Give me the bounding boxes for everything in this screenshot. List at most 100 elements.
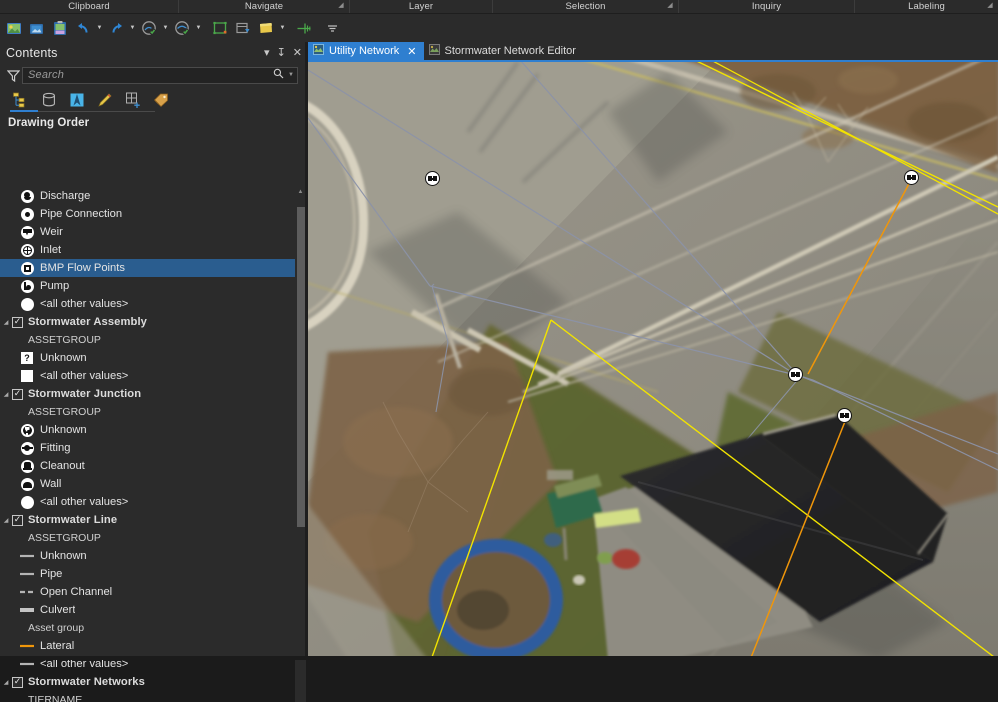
list-by-labeling-tab[interactable] [150, 89, 172, 111]
expand-collapse-icon[interactable]: ◢ [0, 517, 12, 524]
ribbon-group-navigate[interactable]: Navigate ◢ [179, 0, 350, 13]
layer-visibility-checkbox[interactable]: ✓ [12, 676, 23, 688]
list-by-drawing-order-tab[interactable] [10, 89, 32, 111]
layer-tree-item-stormwater-line[interactable]: ◢ ✓ Stormwater Line [0, 511, 306, 529]
bmp-flow-point-marker[interactable] [904, 170, 919, 185]
symbol-class-item[interactable]: Open Channel [0, 583, 306, 601]
symbol-class-item[interactable]: Unknown [0, 547, 306, 565]
dialog-launcher-icon[interactable]: ◢ [986, 2, 994, 10]
layer-tree-item-stormwater-assembly[interactable]: ◢ ✓ Stormwater Assembly [0, 313, 306, 331]
pin-icon[interactable]: ↧ [277, 47, 286, 59]
symbol-class-label: Unknown [40, 550, 87, 562]
paste-icon[interactable] [3, 16, 25, 40]
ribbon-group-inquiry[interactable]: Inquiry [679, 0, 855, 13]
symbol-class-item[interactable]: Unknown [0, 421, 306, 439]
symbol-class-item[interactable]: Weir [0, 223, 306, 241]
symbol-class-item[interactable]: Pump [0, 277, 306, 295]
symbol-class-item[interactable]: Pipe Connection [0, 205, 306, 223]
search-input[interactable]: Search ▼ [22, 66, 298, 84]
dialog-launcher-icon[interactable]: ◢ [337, 2, 345, 10]
symbol-class-item[interactable]: Lateral [0, 637, 306, 655]
copy-icon[interactable] [26, 16, 48, 40]
expand-collapse-icon[interactable]: ◢ [0, 679, 12, 686]
tab-stormwater-network-editor[interactable]: Stormwater Network Editor [424, 42, 583, 60]
select-by-location-icon[interactable] [255, 16, 277, 40]
ribbon-group-label: Inquiry [751, 1, 782, 12]
bmp-flow-point-marker[interactable] [837, 408, 852, 423]
square-symbol [21, 370, 33, 382]
list-by-data-source-tab[interactable] [38, 89, 60, 111]
renderer-field-heading[interactable]: TIERNAME [0, 691, 306, 702]
symbol-class-item[interactable]: Discharge [0, 187, 306, 205]
discharge-symbol-icon [18, 189, 36, 203]
renderer-field-heading[interactable]: Asset group [0, 619, 306, 637]
bmp-flow-point-marker[interactable] [425, 171, 440, 186]
list-by-snapping-tab[interactable] [122, 89, 144, 111]
ribbon-group-selection[interactable]: Selection ◢ [493, 0, 679, 13]
symbol-class-item[interactable]: Fitting [0, 439, 306, 457]
list-by-editing-tab[interactable] [94, 89, 116, 111]
select-rectangle-icon[interactable] [209, 16, 231, 40]
symbol-class-item[interactable]: Inlet [0, 241, 306, 259]
layer-tree-item-stormwater-junction[interactable]: ◢ ✓ Stormwater Junction [0, 385, 306, 403]
square-symbol: ? [21, 352, 33, 364]
symbol-class-item[interactable]: Pipe [0, 565, 306, 583]
bookmarks-icon[interactable] [171, 16, 193, 40]
bookmarks-dropdown-icon[interactable]: ▼ [194, 16, 203, 40]
layer-tree[interactable]: Discharge Pipe Connection Weir Inlet BMP Flo… [0, 187, 306, 702]
select-by-attributes-icon[interactable] [232, 16, 254, 40]
search-options-dropdown-icon[interactable]: ▼ [288, 72, 294, 78]
tab-utility-network[interactable]: Utility Network ✕ [308, 42, 424, 60]
renderer-field-heading[interactable]: ASSETGROUP [0, 529, 306, 547]
explore-dropdown-icon[interactable]: ▼ [161, 16, 170, 40]
redo-dropdown-icon[interactable]: ▼ [128, 16, 137, 40]
symbol-class-item[interactable]: <all other values> [0, 367, 306, 385]
search-icon[interactable] [273, 66, 284, 84]
explore-icon[interactable] [138, 16, 160, 40]
close-icon[interactable]: ✕ [293, 47, 302, 59]
redo-icon[interactable] [105, 16, 127, 40]
marker-glyph-bar [907, 177, 916, 179]
renderer-field-heading[interactable]: ASSETGROUP [0, 331, 306, 349]
layer-tree-item-stormwater-networks[interactable]: ◢ ✓ Stormwater Networks [0, 673, 306, 691]
symbol-class-item[interactable]: Cleanout [0, 457, 306, 475]
ribbon-group-labeling[interactable]: Labeling ◢ [855, 0, 998, 13]
list-by-selection-tab[interactable] [66, 89, 88, 111]
symbol-class-item[interactable]: BMP Flow Points [0, 259, 306, 277]
layer-label: Stormwater Junction [28, 388, 142, 400]
symbol-class-item[interactable]: Wall [0, 475, 306, 493]
ribbon: Clipboard Navigate ◢ Layer Selection ◢ I… [0, 0, 998, 42]
select-by-location-dropdown-icon[interactable]: ▼ [278, 16, 287, 40]
undo-dropdown-icon[interactable]: ▼ [95, 16, 104, 40]
layer-visibility-checkbox[interactable]: ✓ [12, 514, 23, 526]
renderer-field-label: Asset group [28, 622, 85, 634]
scrollbar-thumb[interactable] [297, 207, 305, 527]
ribbon-group-clipboard[interactable]: Clipboard [0, 0, 179, 13]
measure-icon[interactable] [293, 16, 315, 40]
bmp-flow-point-marker[interactable] [788, 367, 803, 382]
menu-dropdown-icon[interactable]: ▾ [264, 47, 270, 59]
expand-collapse-icon[interactable]: ◢ [0, 391, 12, 398]
map-canvas[interactable] [308, 62, 998, 660]
symbol-class-item[interactable]: Culvert [0, 601, 306, 619]
layer-visibility-checkbox[interactable]: ✓ [12, 316, 23, 328]
labeling-more-icon[interactable] [321, 16, 343, 40]
line-solid-gray-symbol-icon [18, 568, 36, 580]
filter-icon[interactable] [4, 66, 22, 84]
symbol-class-item[interactable]: <all other values> [0, 295, 306, 313]
dialog-launcher-icon[interactable]: ◢ [666, 2, 674, 10]
close-icon[interactable]: ✕ [407, 45, 416, 58]
search-placeholder: Search [28, 69, 65, 81]
copy-path-icon[interactable] [49, 16, 71, 40]
expand-collapse-icon[interactable]: ◢ [0, 319, 12, 326]
layer-label: Stormwater Line [28, 514, 118, 526]
symbol-class-item[interactable]: <all other values> [0, 493, 306, 511]
symbol-class-item[interactable]: ? Unknown [0, 349, 306, 367]
renderer-field-heading[interactable]: ASSETGROUP [0, 403, 306, 421]
ribbon-group-layer[interactable]: Layer [350, 0, 493, 13]
symbol-class-label: Lateral [40, 640, 75, 652]
weir-symbol-icon [18, 225, 36, 239]
undo-icon[interactable] [72, 16, 94, 40]
layer-visibility-checkbox[interactable]: ✓ [12, 388, 23, 400]
line-symbol [19, 604, 36, 616]
